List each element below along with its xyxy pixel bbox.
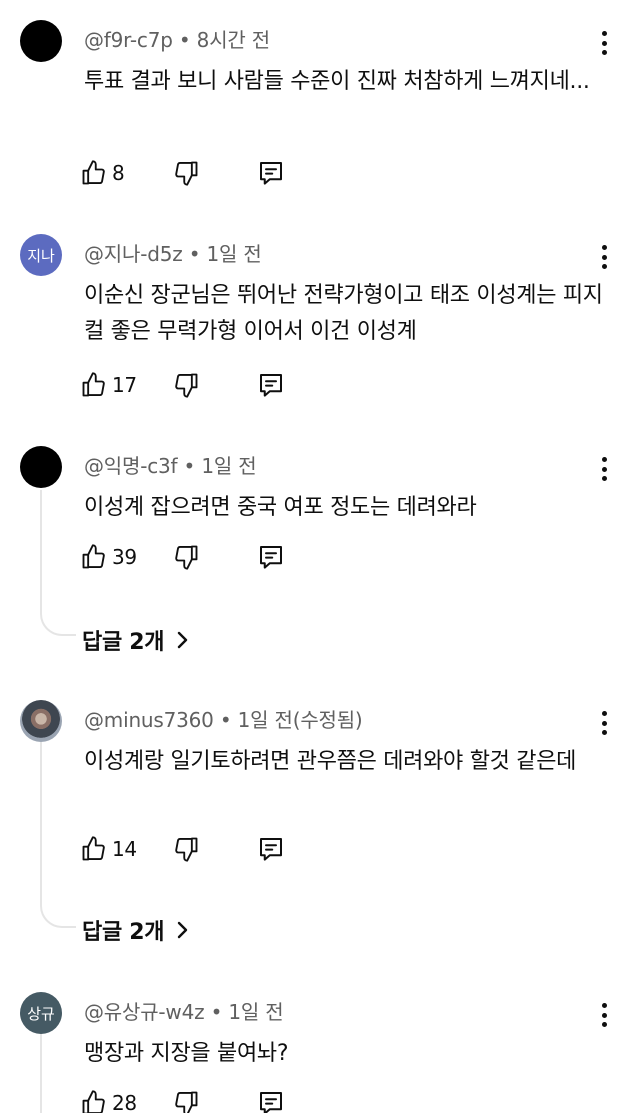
like-button[interactable]: 17 xyxy=(80,371,172,399)
dislike-button[interactable] xyxy=(172,543,200,571)
thumbs-down-icon xyxy=(175,545,198,570)
comment-time: 1일 전 xyxy=(201,454,257,478)
comment-time: 1일 전 xyxy=(228,1000,284,1024)
comment-time: 1일 전 xyxy=(206,242,262,266)
reply-thread-curve xyxy=(40,898,76,928)
comment-actions: 17 xyxy=(80,368,286,402)
like-button[interactable]: 8 xyxy=(80,159,172,187)
comment-author[interactable]: @유상규-w4z xyxy=(84,1000,205,1024)
dislike-button[interactable] xyxy=(172,159,200,187)
comment-time: 1일 전(수정됨) xyxy=(237,708,363,732)
view-replies-button[interactable]: 답글 2개 xyxy=(82,624,190,656)
avatar[interactable] xyxy=(20,446,62,488)
replies-label: 답글 2개 xyxy=(82,630,165,655)
reply-thread-line xyxy=(40,742,42,898)
thumbs-up-icon xyxy=(82,160,105,185)
comment-author[interactable]: @minus7360 xyxy=(84,708,214,732)
avatar[interactable]: 상규 xyxy=(20,992,62,1034)
thumbs-down-icon xyxy=(175,1091,198,1113)
thumbs-down-icon xyxy=(175,373,198,398)
like-count: 14 xyxy=(112,837,137,861)
more-vertical-icon[interactable] xyxy=(592,708,616,738)
meta-separator: • xyxy=(177,454,202,478)
dislike-button[interactable] xyxy=(172,835,200,863)
comment-text: 이성계 잡으려면 중국 여포 정도는 데려와라 xyxy=(84,495,477,520)
avatar-initials: 상규 xyxy=(27,1004,55,1023)
reply-button[interactable] xyxy=(256,1088,286,1113)
reply-thread-line xyxy=(40,490,42,606)
dislike-button[interactable] xyxy=(172,1089,200,1113)
comment-time: 8시간 전 xyxy=(196,28,270,52)
comment-text: 투표 결과 보니 사람들 수준이 진짜 처참하게 느껴지네... xyxy=(84,69,590,94)
avatar-initials: 지나 xyxy=(27,246,55,265)
comment-meta: @익명-c3f • 1일 전 xyxy=(84,450,257,479)
comment-actions: 39 xyxy=(80,540,286,574)
like-count: 17 xyxy=(112,373,137,397)
like-button[interactable]: 39 xyxy=(80,543,172,571)
more-vertical-icon[interactable] xyxy=(592,28,616,58)
more-vertical-icon[interactable] xyxy=(592,242,616,272)
more-vertical-icon[interactable] xyxy=(592,1000,616,1030)
avatar[interactable] xyxy=(20,20,62,62)
reply-comment-icon xyxy=(260,838,282,861)
thumbs-down-icon xyxy=(175,837,198,862)
comment-actions: 8 xyxy=(80,156,286,190)
reply-button[interactable] xyxy=(256,834,286,864)
replies-label: 답글 2개 xyxy=(82,920,165,945)
thumbs-up-icon xyxy=(82,544,105,569)
reply-thread-line xyxy=(40,1034,42,1113)
dislike-button[interactable] xyxy=(172,371,200,399)
meta-separator: • xyxy=(213,708,238,732)
thumbs-up-icon xyxy=(82,836,105,861)
reply-thread-curve xyxy=(40,606,76,636)
avatar[interactable] xyxy=(20,700,62,742)
comment-text: 맹장과 지장을 붙여놔? xyxy=(84,1041,289,1066)
comment-author[interactable]: @익명-c3f xyxy=(84,454,178,478)
reply-button[interactable] xyxy=(256,158,286,188)
meta-separator: • xyxy=(204,1000,229,1024)
thumbs-down-icon xyxy=(175,161,198,186)
comment-author[interactable]: @지나-d5z xyxy=(84,242,183,266)
thumbs-up-icon xyxy=(82,1090,105,1113)
more-vertical-icon[interactable] xyxy=(592,454,616,484)
comment-meta: @minus7360 • 1일 전(수정됨) xyxy=(84,704,363,733)
chevron-right-icon xyxy=(177,921,188,939)
comment-actions: 14 xyxy=(80,832,286,866)
avatar[interactable]: 지나 xyxy=(20,234,62,276)
thumbs-up-icon xyxy=(82,372,105,397)
like-button[interactable]: 28 xyxy=(80,1089,172,1113)
like-count: 39 xyxy=(112,545,137,569)
meta-separator: • xyxy=(172,28,197,52)
comment-author[interactable]: @f9r-c7p xyxy=(84,28,173,52)
reply-button[interactable] xyxy=(256,542,286,572)
comment-actions: 28 xyxy=(80,1086,286,1113)
comment-meta: @유상규-w4z • 1일 전 xyxy=(84,996,284,1025)
comment-text: 이성계랑 일기토하려면 관우쯤은 데려와야 할것 같은데 xyxy=(84,749,577,774)
reply-button[interactable] xyxy=(256,370,286,400)
reply-comment-icon xyxy=(260,546,282,569)
like-count: 28 xyxy=(112,1091,137,1113)
comment-meta: @f9r-c7p • 8시간 전 xyxy=(84,24,270,53)
like-button[interactable]: 14 xyxy=(80,835,172,863)
like-count: 8 xyxy=(112,161,125,185)
chevron-right-icon xyxy=(177,631,188,649)
reply-comment-icon xyxy=(260,374,282,397)
comment-text: 이순신 장군님은 뛰어난 전략가형이고 태조 이성계는 피지컬 좋은 무력가형 … xyxy=(84,283,603,344)
comment-meta: @지나-d5z • 1일 전 xyxy=(84,238,262,267)
reply-comment-icon xyxy=(260,162,282,185)
reply-comment-icon xyxy=(260,1092,282,1113)
meta-separator: • xyxy=(182,242,207,266)
view-replies-button[interactable]: 답글 2개 xyxy=(82,914,190,946)
